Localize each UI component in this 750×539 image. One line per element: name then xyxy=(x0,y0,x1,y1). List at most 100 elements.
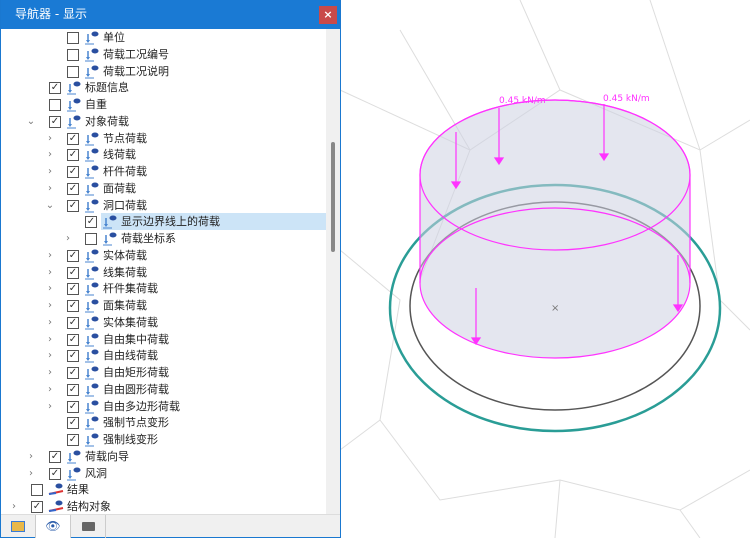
chevron-right-icon[interactable]: › xyxy=(45,163,55,180)
tree-item-label: 实体荷载 xyxy=(103,248,147,262)
tree-item[interactable]: ✓ 标题信息 xyxy=(9,79,326,96)
chevron-down-icon[interactable]: ⌄ xyxy=(26,113,36,130)
load-display-icon xyxy=(84,265,100,280)
checkbox[interactable]: ✓ xyxy=(49,450,61,463)
tree-item[interactable]: › ✓ 线荷载 xyxy=(9,146,326,163)
load-display-icon xyxy=(84,298,100,313)
load-display-icon xyxy=(66,466,82,481)
checkbox[interactable]: ✓ xyxy=(67,316,79,329)
scrollbar-thumb[interactable] xyxy=(331,142,335,252)
load-display-icon xyxy=(84,30,100,45)
checkbox[interactable]: ✓ xyxy=(67,300,79,312)
checkbox[interactable] xyxy=(67,32,79,44)
chevron-right-icon[interactable]: › xyxy=(45,381,55,398)
checkbox[interactable]: ✓ xyxy=(49,82,61,95)
checkbox[interactable]: ✓ xyxy=(67,400,79,413)
chevron-right-icon[interactable]: › xyxy=(45,146,55,163)
tree-item[interactable]: ✓ 显示边界线上的荷载 xyxy=(85,213,326,231)
load-display-icon xyxy=(84,181,100,196)
checkbox[interactable]: ✓ xyxy=(49,467,61,480)
tree-item[interactable]: › ✓ 实体荷载 xyxy=(9,247,326,264)
tab-views[interactable] xyxy=(71,515,106,538)
chevron-right-icon[interactable]: › xyxy=(45,398,55,415)
checkbox[interactable] xyxy=(49,99,61,111)
checkbox[interactable] xyxy=(31,484,43,497)
load-display-icon xyxy=(84,64,100,79)
tree-item[interactable]: › 荷载坐标系 xyxy=(9,230,326,247)
tree-item[interactable]: › ✓ 自由线荷载 xyxy=(9,347,326,364)
checkbox[interactable]: ✓ xyxy=(67,149,79,162)
chevron-right-icon[interactable]: › xyxy=(45,264,55,281)
eye-icon: 👁 xyxy=(45,519,61,533)
tree-item[interactable]: ⌄ ✓ 洞口荷载 xyxy=(9,197,326,214)
tree-item[interactable]: › ✓ 杆件荷载 xyxy=(9,163,326,180)
checkbox[interactable]: ✓ xyxy=(31,501,43,513)
close-button[interactable]: × xyxy=(319,6,337,24)
checkbox[interactable]: ✓ xyxy=(67,383,79,396)
chevron-right-icon[interactable]: › xyxy=(26,465,36,482)
tree-item[interactable]: 结果 xyxy=(9,481,326,498)
chevron-right-icon[interactable]: › xyxy=(45,130,55,147)
checkbox[interactable]: ✓ xyxy=(67,434,79,446)
tree-item[interactable]: › ✓ 荷载向导 xyxy=(9,448,326,465)
checkbox[interactable]: ✓ xyxy=(67,367,79,379)
checkbox[interactable]: ✓ xyxy=(67,249,79,262)
checkbox[interactable]: ✓ xyxy=(67,283,79,296)
chevron-right-icon[interactable]: › xyxy=(45,297,55,314)
checkbox[interactable]: ✓ xyxy=(67,350,79,363)
tree-item[interactable]: 荷载工况编号 xyxy=(9,46,326,63)
tree-item[interactable]: › ✓ 自由多边形荷载 xyxy=(9,398,326,415)
checkbox[interactable] xyxy=(67,48,79,61)
chevron-right-icon[interactable]: › xyxy=(45,364,55,381)
tree-item[interactable]: ✓ 强制节点变形 xyxy=(9,414,326,431)
tree-item[interactable]: › ✓ 风洞 xyxy=(9,465,326,482)
chevron-right-icon[interactable]: › xyxy=(26,448,36,465)
tree-item[interactable]: › ✓ 节点荷载 xyxy=(9,130,326,147)
tree-item[interactable]: › ✓ 自由集中荷载 xyxy=(9,331,326,348)
tree-item[interactable]: › ✓ 实体集荷载 xyxy=(9,314,326,331)
chevron-right-icon[interactable]: › xyxy=(45,347,55,364)
tree-item[interactable]: › ✓ 线集荷载 xyxy=(9,264,326,281)
chevron-right-icon[interactable]: › xyxy=(45,247,55,264)
tree-item[interactable]: ⌄ ✓ 对象荷载 xyxy=(9,113,326,130)
tab-data[interactable] xyxy=(1,515,36,538)
tree-item-label: 荷载向导 xyxy=(85,449,129,463)
tree-item[interactable]: › ✓ 结构对象 xyxy=(9,498,326,515)
tab-display[interactable]: 👁 xyxy=(36,515,71,538)
tree-item[interactable]: 自重 xyxy=(9,96,326,113)
checkbox[interactable] xyxy=(85,233,97,245)
scrollbar[interactable] xyxy=(326,29,340,515)
tree-item-label: 线集荷载 xyxy=(103,265,147,279)
checkbox[interactable]: ✓ xyxy=(67,166,79,178)
checkbox[interactable]: ✓ xyxy=(67,199,79,212)
chevron-down-icon[interactable]: ⌄ xyxy=(45,197,55,214)
display-tree: 单位 荷载工况编号 荷载工况说明 ✓ 标题信息 自重 ⌄ ✓ 对象荷载 › ✓ 节点荷载 › ✓ 线荷载 › ✓… xyxy=(9,29,326,515)
tree-item[interactable]: 荷载工况说明 xyxy=(9,63,326,80)
tree-item[interactable]: › ✓ 面荷载 xyxy=(9,180,326,197)
checkbox[interactable]: ✓ xyxy=(85,216,97,229)
tree-item[interactable]: ✓ 强制线变形 xyxy=(9,431,326,448)
tree-item-label: 自由矩形荷载 xyxy=(103,366,169,379)
tree-item-label: 对象荷载 xyxy=(85,114,129,128)
chevron-right-icon[interactable]: › xyxy=(45,314,55,331)
checkbox[interactable]: ✓ xyxy=(67,266,79,279)
chevron-right-icon[interactable]: › xyxy=(45,280,55,297)
navigator-panel: 导航器 - 显示 × 单位 荷载工况编号 荷载工况说明 ✓ 标题信息 自重 ⌄ ✓ 对象荷载 › ✓… xyxy=(0,0,341,538)
chevron-right-icon[interactable]: › xyxy=(9,498,19,515)
chevron-right-icon[interactable]: › xyxy=(45,180,55,197)
tree-item[interactable]: › ✓ 面集荷载 xyxy=(9,297,326,314)
chevron-right-icon[interactable]: › xyxy=(63,230,73,247)
checkbox[interactable]: ✓ xyxy=(67,132,79,145)
checkbox[interactable]: ✓ xyxy=(67,182,79,195)
load-display-icon xyxy=(84,281,100,296)
checkbox[interactable]: ✓ xyxy=(49,115,61,128)
checkbox[interactable]: ✓ xyxy=(67,417,79,430)
tree-item[interactable]: › ✓ 自由矩形荷载 xyxy=(9,364,326,381)
checkbox[interactable]: ✓ xyxy=(67,333,79,346)
chevron-right-icon[interactable]: › xyxy=(45,331,55,348)
tree-item[interactable]: › ✓ 自由圆形荷载 xyxy=(9,381,326,398)
tree-item[interactable]: › ✓ 杆件集荷载 xyxy=(9,280,326,297)
tree-item[interactable]: 单位 xyxy=(9,29,326,46)
results-icon xyxy=(48,499,64,514)
checkbox[interactable] xyxy=(67,65,79,78)
